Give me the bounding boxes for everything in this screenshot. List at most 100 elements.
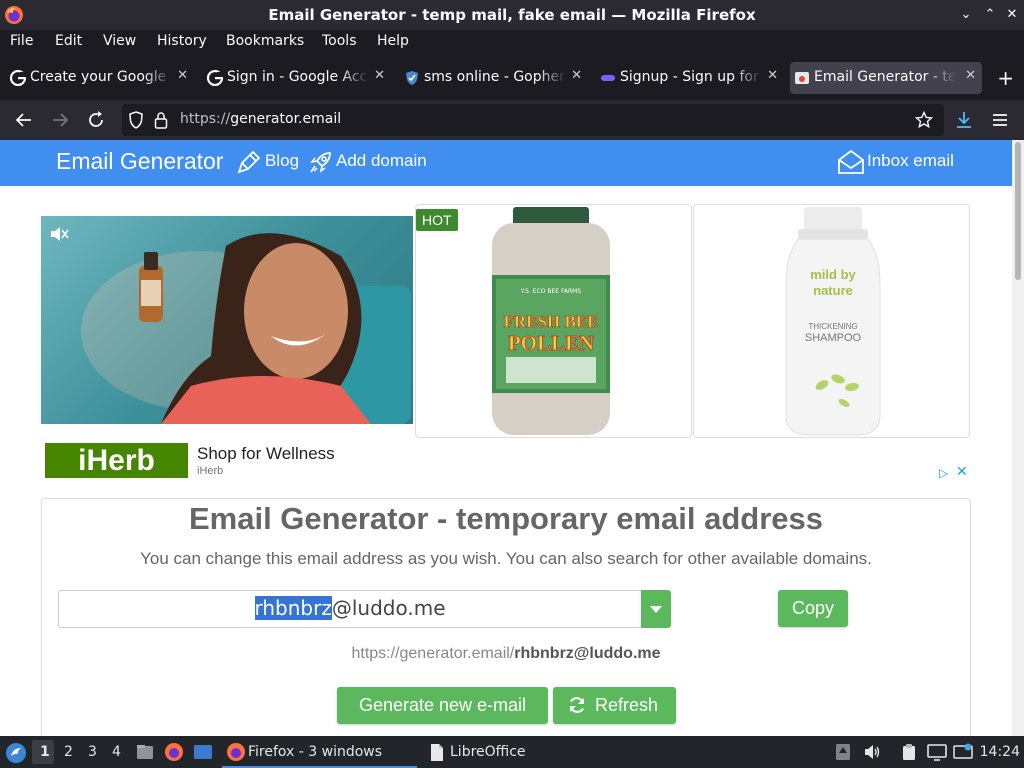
address-bar[interactable]: https://generator.email (122, 104, 944, 136)
page-viewport: Email Generator Blog Add domain Inbox em… (0, 140, 1012, 736)
workspace-1[interactable]: 1 (40, 744, 50, 760)
firefox-launcher-icon[interactable] (164, 742, 184, 762)
display-icon[interactable] (927, 743, 947, 761)
star-icon[interactable] (915, 111, 933, 129)
page-scrollbar[interactable] (1012, 140, 1024, 736)
clipboard-icon[interactable] (900, 743, 918, 761)
new-tab-icon[interactable]: + (997, 68, 1014, 88)
close-tab-icon[interactable]: ✕ (571, 68, 582, 83)
taskbar-libreoffice-task[interactable]: LibreOffice (425, 736, 585, 768)
ad-close-icon[interactable]: ✕ (956, 464, 968, 480)
close-tab-icon[interactable]: ✕ (767, 68, 778, 83)
maximize-icon[interactable]: ⌃ (982, 7, 998, 23)
menu-file[interactable]: File (10, 33, 33, 49)
email-value: rhbnbrz@luddo.me (59, 596, 641, 620)
tab-label: Sign in - Google Accounts (227, 69, 369, 85)
desktop-icon[interactable] (193, 743, 213, 761)
add-domain-link[interactable]: Add domain (336, 151, 427, 171)
blog-pen-icon[interactable] (236, 149, 262, 175)
tab-sign-in-google[interactable]: Sign in - Google Accounts ✕ (203, 62, 391, 94)
system-taskbar: 1 2 3 4 Firefox - 3 windows LibreOffice (0, 736, 1024, 768)
shampoo-bottle-illustration: mild by nature THICKENING SHAMPOO (785, 207, 881, 436)
menu-bookmarks[interactable]: Bookmarks (226, 33, 304, 49)
menu-help[interactable]: Help (377, 33, 409, 49)
adchoices-icon[interactable]: ▷ (939, 466, 948, 480)
refresh-button[interactable]: Refresh (553, 687, 676, 724)
file-manager-icon[interactable] (135, 742, 155, 762)
tab-label: Signup - Sign up for (620, 69, 759, 85)
tab-label: Email Generator - temp (814, 69, 956, 85)
email-user-selected: rhbnbrz (254, 596, 332, 620)
scrollbar-thumb[interactable] (1015, 142, 1021, 280)
email-url-line[interactable]: https://generator.email/rhbnbrz@luddo.me (42, 645, 970, 663)
taskbar-task-label: Firefox - 3 windows (248, 744, 383, 760)
domain-dropdown-button[interactable] (641, 590, 671, 628)
page-heading: Email Generator - temporary email addres… (188, 501, 824, 536)
window-title: Email Generator - temp mail, fake email … (268, 6, 756, 24)
iherb-logo[interactable]: iHerb (45, 443, 188, 478)
close-tab-icon[interactable]: ✕ (965, 68, 976, 83)
menu-view[interactable]: View (103, 33, 136, 49)
site-brand-link[interactable]: Email Generator (56, 148, 223, 175)
ad-video[interactable] (41, 216, 413, 424)
product-brand-text: Y.S. ECO BEE FARMS (520, 288, 582, 295)
email-domain: @luddo.me (331, 596, 446, 620)
minimize-icon[interactable]: ⌄ (958, 7, 974, 23)
product-name-bottom: SHAMPOO (805, 332, 862, 344)
email-address-input[interactable]: rhbnbrz@luddo.me (58, 590, 642, 628)
generate-new-email-button[interactable]: Generate new e-mail (337, 687, 548, 724)
shield-icon[interactable] (128, 111, 144, 129)
inbox-email-link[interactable]: Inbox email (867, 151, 954, 171)
hot-badge: HOT (416, 209, 458, 231)
url-protocol: https:// (180, 111, 231, 127)
download-icon[interactable] (953, 109, 975, 131)
close-tab-icon[interactable]: ✕ (177, 68, 188, 83)
back-arrow-icon[interactable] (13, 109, 35, 131)
speaker-icon[interactable] (863, 743, 881, 761)
workspace-3[interactable]: 3 (88, 744, 97, 760)
workspace-2[interactable]: 2 (64, 744, 73, 760)
refresh-icon (569, 697, 585, 713)
close-tab-icon[interactable]: ✕ (374, 68, 385, 83)
tray-update-icon[interactable] (835, 743, 851, 761)
hamburger-menu-icon[interactable] (989, 109, 1011, 131)
open-envelope-icon[interactable] (837, 149, 865, 175)
tab-signup[interactable]: Signup - Sign up for ✕ (596, 62, 784, 94)
reload-icon[interactable] (85, 109, 107, 131)
menu-history[interactable]: History (157, 33, 207, 49)
navigation-toolbar: https://generator.email (0, 100, 1024, 140)
close-window-icon[interactable]: ✕ (1004, 7, 1020, 23)
taskbar-task-label: LibreOffice (450, 744, 526, 760)
ad-product-shampoo[interactable]: mild by nature THICKENING SHAMPOO (693, 204, 970, 438)
google-icon (207, 70, 223, 86)
email-url-prefix: https://generator.email/ (351, 645, 515, 662)
ad-source: iHerb (197, 465, 224, 477)
forward-arrow-icon[interactable] (49, 109, 71, 131)
menu-edit[interactable]: Edit (55, 33, 82, 49)
ad-product-bee-pollen[interactable]: Y.S. ECO BEE FARMS FRESH BEE POLLEN (415, 204, 692, 438)
rocket-icon[interactable] (308, 149, 334, 175)
page-subtitle: You can change this email address as you… (140, 549, 872, 568)
network-icon[interactable] (953, 742, 973, 762)
ad-video-illustration (81, 233, 411, 424)
signup-icon (601, 75, 615, 81)
tab-sms-online[interactable]: sms online - Gopher ✕ (400, 62, 588, 94)
url-host: generator.email (230, 111, 342, 127)
lock-icon[interactable] (154, 111, 168, 129)
ad-headline[interactable]: Shop for Wellness (197, 444, 335, 464)
blog-link[interactable]: Blog (265, 151, 299, 171)
shield-check-icon (406, 71, 418, 85)
menu-tools[interactable]: Tools (322, 33, 357, 49)
refresh-label: Refresh (595, 695, 659, 715)
tab-create-google-account[interactable]: Create your Google Account ✕ (6, 62, 194, 94)
workspace-4[interactable]: 4 (112, 744, 121, 760)
copy-button[interactable]: Copy (778, 590, 848, 627)
site-header: Email Generator Blog Add domain Inbox em… (0, 140, 1012, 186)
start-menu-icon[interactable] (5, 742, 27, 764)
muted-speaker-icon[interactable] (49, 225, 69, 243)
url-text: https://generator.email (180, 111, 341, 127)
product-brand-top: mild by (810, 267, 856, 282)
taskbar-firefox-task[interactable]: Firefox - 3 windows (222, 736, 417, 768)
product-name-top: FRESH BEE (504, 312, 599, 331)
tab-email-generator[interactable]: Email Generator - temp ✕ (790, 62, 982, 94)
